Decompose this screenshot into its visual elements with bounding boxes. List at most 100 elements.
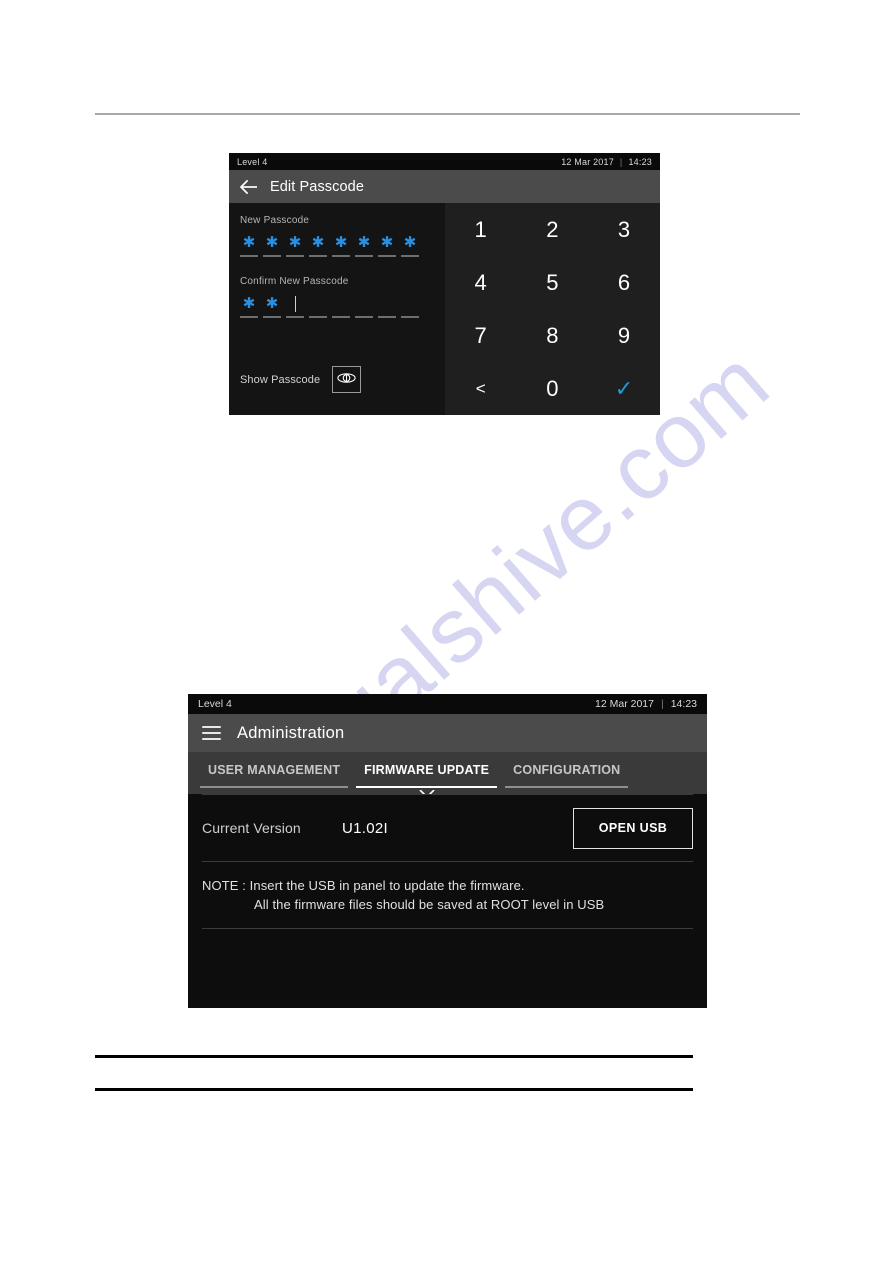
passcode-slot: ✱ bbox=[355, 235, 373, 257]
slot-underline bbox=[286, 316, 304, 318]
slot-underline bbox=[355, 316, 373, 318]
tab-label: CONFIGURATION bbox=[513, 763, 621, 777]
status-separator: | bbox=[660, 698, 664, 710]
slot-underline bbox=[378, 255, 396, 257]
slot-underline bbox=[286, 255, 304, 257]
tab-label: USER MANAGEMENT bbox=[208, 763, 341, 777]
status-bar-right: 12 Mar 2017 | 14:23 bbox=[595, 698, 697, 710]
show-passcode-label: Show Passcode bbox=[240, 373, 321, 386]
slot-underline bbox=[332, 316, 350, 318]
numeric-keypad: 1 2 3 4 5 6 7 8 9 <0 ✓ bbox=[445, 203, 660, 415]
open-usb-button[interactable]: OPEN USB bbox=[573, 807, 693, 849]
passcode-slot: ✱ bbox=[286, 235, 304, 257]
slot-underline bbox=[401, 255, 419, 257]
passcode-fields-pane: New Passcode ✱ ✱ ✱ ✱ ✱ ✱ ✱ ✱ Confirm New Passco… bbox=[229, 203, 445, 415]
back-arrow-icon[interactable] bbox=[239, 177, 259, 197]
numeric-keypad-pane: 1 2 3 4 5 6 7 8 9 <0 ✓ bbox=[445, 203, 660, 415]
confirm-passcode-input[interactable]: ✱ ✱ bbox=[240, 296, 434, 318]
passcode-slot: ✱ bbox=[263, 235, 281, 257]
current-version-row: Current Version U1.02I OPEN USB bbox=[188, 795, 707, 861]
passcode-mask-char: ✱ bbox=[334, 234, 348, 251]
status-bar: Level 4 12 Mar 2017 | 14:23 bbox=[188, 694, 707, 714]
key-8[interactable]: 8 bbox=[517, 309, 589, 362]
passcode-slot bbox=[355, 296, 373, 318]
administration-screen: Level 4 12 Mar 2017 | 14:23 Administrati… bbox=[188, 694, 707, 1008]
slot-underline bbox=[263, 316, 281, 318]
status-bar: Level 4 12 Mar 2017 | 14:23 bbox=[229, 153, 660, 170]
tab-configuration[interactable]: CONFIGURATION bbox=[501, 752, 632, 794]
tab-bar: USER MANAGEMENT FIRMWARE UPDATE CONFIGURAT… bbox=[188, 752, 707, 799]
page-rule-top bbox=[95, 113, 800, 115]
slot-underline bbox=[378, 316, 396, 318]
note-line-2: All the firmware files should be saved a… bbox=[254, 897, 605, 912]
tab-user-management[interactable]: USER MANAGEMENT bbox=[196, 752, 352, 794]
note-block: NOTE : Insert the USB in panel to update… bbox=[188, 862, 707, 928]
passcode-mask-char: ✱ bbox=[242, 234, 256, 251]
note-line-1: NOTE : Insert the USB in panel to update… bbox=[202, 878, 525, 893]
page-title: Administration bbox=[237, 723, 345, 742]
slot-underline bbox=[309, 316, 327, 318]
tab-label: FIRMWARE UPDATE bbox=[364, 763, 490, 777]
passcode-slot: ✱ bbox=[332, 235, 350, 257]
passcode-mask-char: ✱ bbox=[403, 234, 417, 251]
new-passcode-label: New Passcode bbox=[240, 215, 310, 226]
key-6[interactable]: 6 bbox=[588, 256, 660, 309]
key-backspace[interactable]: < bbox=[445, 362, 517, 415]
access-level-label: Level 4 bbox=[198, 698, 232, 710]
title-bar: Administration bbox=[188, 714, 707, 752]
key-5[interactable]: 5 bbox=[517, 256, 589, 309]
passcode-mask-char: ✱ bbox=[242, 295, 256, 312]
eye-icon bbox=[337, 371, 356, 389]
show-passcode-toggle[interactable] bbox=[332, 366, 362, 393]
status-date: 12 Mar 2017 bbox=[595, 698, 654, 710]
key-7[interactable]: 7 bbox=[445, 309, 517, 362]
title-bar: Edit Passcode bbox=[229, 170, 660, 203]
passcode-mask-char: ✱ bbox=[288, 234, 302, 251]
passcode-slot bbox=[309, 296, 327, 318]
tab-firmware-update[interactable]: FIRMWARE UPDATE bbox=[352, 752, 501, 799]
passcode-slot bbox=[286, 296, 304, 318]
passcode-body: New Passcode ✱ ✱ ✱ ✱ ✱ ✱ ✱ ✱ Confirm New Passco… bbox=[229, 203, 660, 415]
key-0[interactable]: 0 bbox=[517, 362, 589, 415]
key-9[interactable]: 9 bbox=[588, 309, 660, 362]
key-2[interactable]: 2 bbox=[517, 203, 589, 256]
slot-underline bbox=[332, 255, 350, 257]
new-passcode-input[interactable]: ✱ ✱ ✱ ✱ ✱ ✱ ✱ ✱ bbox=[240, 235, 434, 257]
page-rule-bottom-upper bbox=[95, 1055, 693, 1058]
edit-passcode-screen: Level 4 12 Mar 2017 | 14:23 Edit Passcod… bbox=[229, 153, 660, 415]
confirm-passcode-label: Confirm New Passcode bbox=[240, 276, 349, 287]
passcode-slot: ✱ bbox=[309, 235, 327, 257]
status-separator: | bbox=[619, 156, 623, 167]
key-1[interactable]: 1 bbox=[445, 203, 517, 256]
page-rule-bottom-lower bbox=[95, 1088, 693, 1091]
key-3[interactable]: 3 bbox=[588, 203, 660, 256]
passcode-mask-char: ✱ bbox=[311, 234, 325, 251]
slot-underline bbox=[240, 255, 258, 257]
passcode-mask-char: ✱ bbox=[357, 234, 371, 251]
passcode-slot bbox=[401, 296, 419, 318]
passcode-mask-char: ✱ bbox=[265, 295, 279, 312]
confirm-passcode-group: Confirm New Passcode ✱ ✱ bbox=[240, 276, 434, 318]
key-4[interactable]: 4 bbox=[445, 256, 517, 309]
passcode-mask-char: ✱ bbox=[265, 234, 279, 251]
tab-underline bbox=[200, 786, 349, 788]
hamburger-menu-icon[interactable] bbox=[202, 726, 221, 740]
divider bbox=[202, 928, 693, 929]
slot-underline bbox=[240, 316, 258, 318]
passcode-slot bbox=[332, 296, 350, 318]
access-level-label: Level 4 bbox=[237, 156, 268, 167]
passcode-mask-char: ✱ bbox=[380, 234, 394, 251]
status-time: 14:23 bbox=[670, 698, 697, 710]
slot-underline bbox=[309, 255, 327, 257]
passcode-slot: ✱ bbox=[240, 235, 258, 257]
status-time: 14:23 bbox=[628, 156, 652, 167]
passcode-slot: ✱ bbox=[378, 235, 396, 257]
passcode-slot: ✱ bbox=[240, 296, 258, 318]
page-title: Edit Passcode bbox=[270, 178, 364, 195]
text-cursor bbox=[295, 296, 296, 312]
passcode-slot: ✱ bbox=[401, 235, 419, 257]
key-confirm[interactable]: ✓ bbox=[588, 362, 660, 415]
status-date: 12 Mar 2017 bbox=[561, 156, 614, 167]
show-passcode-row: Show Passcode bbox=[240, 366, 362, 393]
slot-underline bbox=[401, 316, 419, 318]
